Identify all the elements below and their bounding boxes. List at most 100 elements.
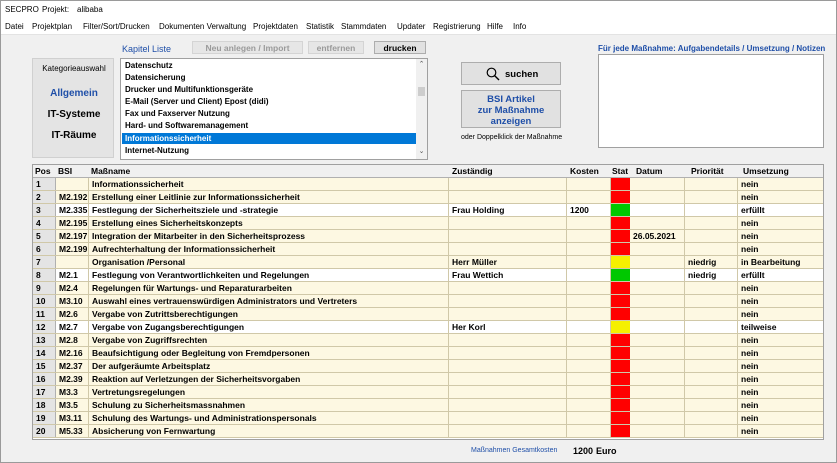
kapitel-item[interactable]: Hard- und Softwaremanagement (122, 120, 416, 131)
kapitel-item-selected[interactable]: Informationssicherheit (122, 133, 416, 144)
cell-kosten[interactable] (567, 178, 611, 190)
menu-updater[interactable]: Updater (397, 22, 425, 31)
cell-bsi[interactable]: M3.11 (56, 412, 89, 424)
cell-zustaendig[interactable] (449, 282, 567, 294)
status-indicator[interactable] (611, 386, 630, 398)
cell-massname[interactable]: Aufrechterhaltung der Informationssicher… (89, 243, 449, 255)
status-indicator[interactable] (611, 412, 630, 424)
notes-field[interactable] (598, 54, 824, 148)
cell-pos[interactable]: 14 (33, 347, 56, 359)
cell-datum[interactable] (630, 178, 685, 190)
cell-umsetzung[interactable]: nein (738, 334, 823, 346)
cell-prioritaet[interactable] (685, 373, 738, 385)
table-row[interactable]: 12 M2.7 Vergabe von Zugangsberechtigungen H… (33, 321, 823, 334)
category-it-systeme[interactable]: IT-Systeme (33, 109, 115, 120)
cell-umsetzung[interactable]: nein (738, 412, 823, 424)
cell-prioritaet[interactable] (685, 295, 738, 307)
col-prioritaet[interactable]: Priorität (691, 166, 724, 176)
cell-datum[interactable] (630, 386, 685, 398)
cell-datum[interactable] (630, 282, 685, 294)
cell-massname[interactable]: Vergabe von Zutrittsberechtigungen (89, 308, 449, 320)
cell-pos[interactable]: 5 (33, 230, 56, 242)
status-indicator[interactable] (611, 425, 630, 437)
cell-kosten[interactable] (567, 256, 611, 268)
cell-kosten[interactable] (567, 399, 611, 411)
cell-kosten[interactable] (567, 334, 611, 346)
menu-stammdaten[interactable]: Stammdaten (341, 22, 386, 31)
cell-massname[interactable]: Erstellung einer Leitlinie zur Informati… (89, 191, 449, 203)
cell-zustaendig[interactable] (449, 230, 567, 242)
table-row[interactable]: 2 M2.192 Erstellung einer Leitlinie zur In… (33, 191, 823, 204)
cell-umsetzung[interactable]: nein (738, 295, 823, 307)
table-row[interactable]: 14 M2.16 Beaufsichtigung oder Begleitung v… (33, 347, 823, 360)
cell-bsi[interactable] (56, 256, 89, 268)
cell-datum[interactable] (630, 308, 685, 320)
table-row[interactable]: 16 M2.39 Reaktion auf Verletzungen der Sic… (33, 373, 823, 386)
cell-kosten[interactable] (567, 217, 611, 229)
cell-zustaendig[interactable]: Frau Holding (449, 204, 567, 216)
cell-pos[interactable]: 12 (33, 321, 56, 333)
cell-bsi[interactable]: M2.335 (56, 204, 89, 216)
cell-prioritaet[interactable] (685, 321, 738, 333)
cell-kosten[interactable]: 1200 (567, 204, 611, 216)
cell-umsetzung[interactable]: nein (738, 360, 823, 372)
cell-datum[interactable] (630, 256, 685, 268)
cell-datum[interactable] (630, 204, 685, 216)
table-row[interactable]: 1 Informationssicherheit nein (33, 178, 823, 191)
cell-massname[interactable]: Vergabe von Zugriffsrechten (89, 334, 449, 346)
status-indicator[interactable] (611, 204, 630, 216)
table-row[interactable]: 5 M2.197 Integration der Mitarbeiter in de… (33, 230, 823, 243)
cell-pos[interactable]: 15 (33, 360, 56, 372)
cell-pos[interactable]: 9 (33, 282, 56, 294)
status-indicator[interactable] (611, 347, 630, 359)
cell-bsi[interactable]: M2.6 (56, 308, 89, 320)
menu-projektplan[interactable]: Projektplan (32, 22, 72, 31)
menu-registrierung[interactable]: Registrierung (433, 22, 481, 31)
cell-bsi[interactable]: M2.195 (56, 217, 89, 229)
cell-prioritaet[interactable] (685, 360, 738, 372)
cell-pos[interactable]: 7 (33, 256, 56, 268)
cell-pos[interactable]: 10 (33, 295, 56, 307)
cell-pos[interactable]: 3 (33, 204, 56, 216)
col-kosten[interactable]: Kosten (570, 166, 599, 176)
table-row[interactable]: 11 M2.6 Vergabe von Zutrittsberechtigungen… (33, 308, 823, 321)
cell-prioritaet[interactable] (685, 334, 738, 346)
cell-umsetzung[interactable]: nein (738, 217, 823, 229)
cell-bsi[interactable]: M5.33 (56, 425, 89, 437)
cell-umsetzung[interactable]: erfüllt (738, 269, 823, 281)
scroll-down-icon[interactable]: ⌄ (416, 147, 427, 155)
menu-hilfe[interactable]: Hilfe (487, 22, 503, 31)
cell-massname[interactable]: Integration der Mitarbeiter in den Siche… (89, 230, 449, 242)
table-row[interactable]: 6 M2.199 Aufrechterhaltung der Information… (33, 243, 823, 256)
cell-zustaendig[interactable] (449, 308, 567, 320)
status-indicator[interactable] (611, 334, 630, 346)
cell-umsetzung[interactable]: nein (738, 178, 823, 190)
cell-kosten[interactable] (567, 386, 611, 398)
status-indicator[interactable] (611, 360, 630, 372)
status-indicator[interactable] (611, 230, 630, 242)
cell-bsi[interactable]: M2.37 (56, 360, 89, 372)
cell-prioritaet[interactable] (685, 204, 738, 216)
cell-zustaendig[interactable] (449, 295, 567, 307)
cell-zustaendig[interactable] (449, 334, 567, 346)
cell-datum[interactable] (630, 399, 685, 411)
bsi-article-button[interactable]: BSI Artikel zur Maßnahme anzeigen (461, 90, 561, 128)
cell-massname[interactable]: Organisation /Personal (89, 256, 449, 268)
cell-massname[interactable]: Erstellung eines Sicherheitskonzepts (89, 217, 449, 229)
cell-massname[interactable]: Festlegung der Sicherheitsziele und -str… (89, 204, 449, 216)
cell-kosten[interactable] (567, 191, 611, 203)
cell-datum[interactable] (630, 347, 685, 359)
table-row[interactable]: 15 M2.37 Der aufgeräumte Arbeitsplatz nein (33, 360, 823, 373)
cell-zustaendig[interactable]: Herr Müller (449, 256, 567, 268)
cell-prioritaet[interactable] (685, 412, 738, 424)
cell-prioritaet[interactable] (685, 386, 738, 398)
cell-zustaendig[interactable] (449, 243, 567, 255)
cell-datum[interactable] (630, 412, 685, 424)
cell-umsetzung[interactable]: nein (738, 191, 823, 203)
cell-umsetzung[interactable]: nein (738, 347, 823, 359)
table-row[interactable]: 20 M5.33 Absicherung von Fernwartung nein (33, 425, 823, 438)
cell-pos[interactable]: 2 (33, 191, 56, 203)
cell-massname[interactable]: Beaufsichtigung oder Begleitung von Frem… (89, 347, 449, 359)
status-indicator[interactable] (611, 373, 630, 385)
cell-umsetzung[interactable]: nein (738, 230, 823, 242)
